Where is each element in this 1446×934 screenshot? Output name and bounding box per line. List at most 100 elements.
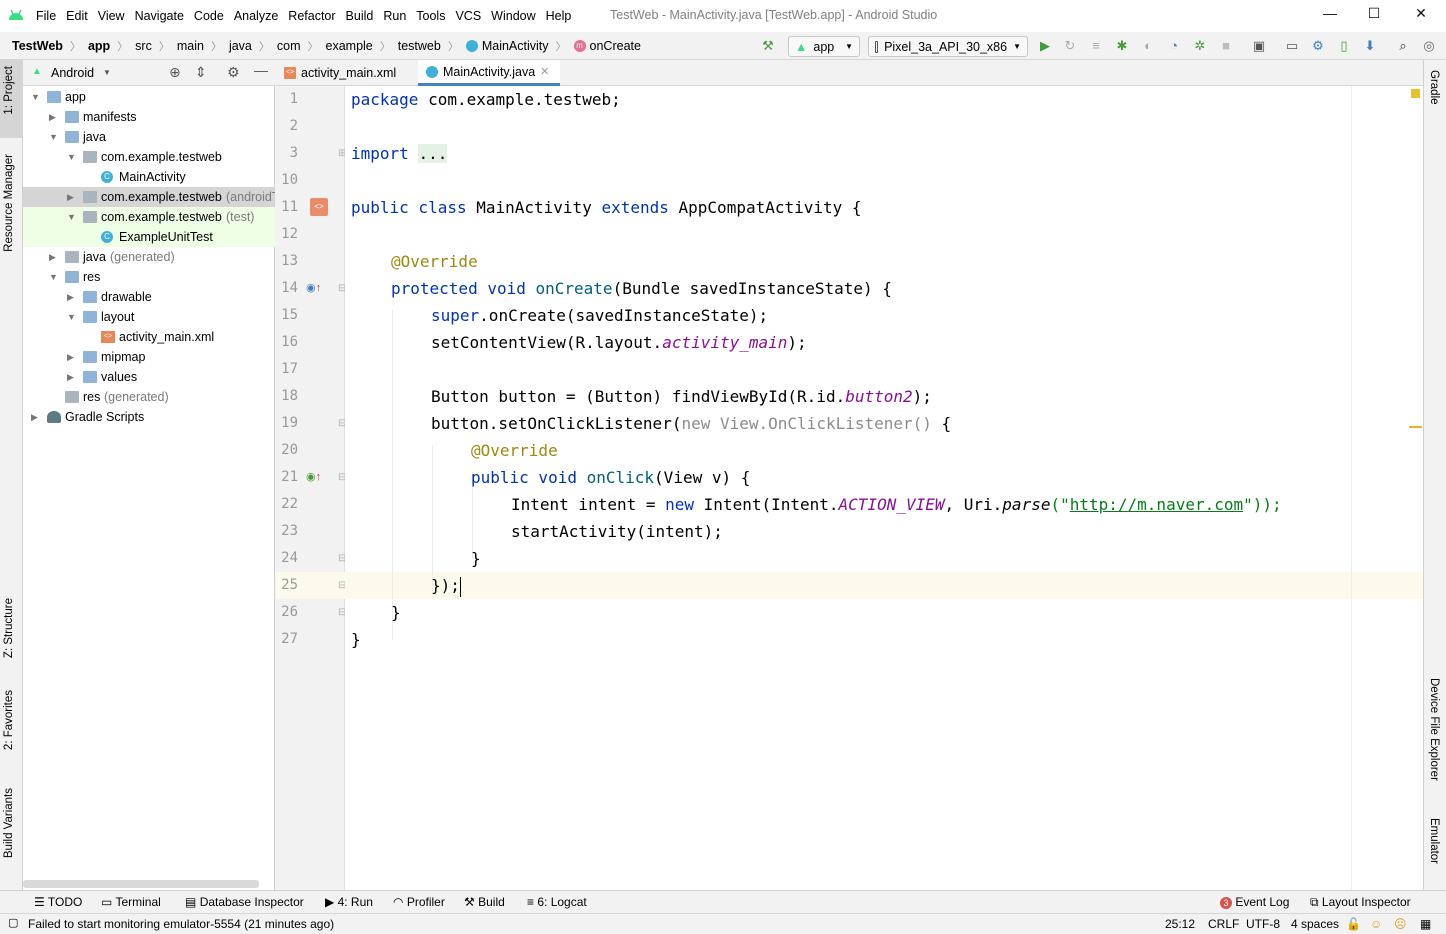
profiler-button[interactable]: ◠ Profiler bbox=[393, 895, 445, 909]
build-tool-button[interactable]: ⚒ Build bbox=[464, 895, 505, 909]
debug-icon[interactable]: ✱ bbox=[1114, 38, 1130, 54]
tab-build-variants[interactable]: Build Variants bbox=[3, 788, 15, 858]
expand-arrow-icon[interactable]: ▼ bbox=[67, 147, 76, 167]
tab-main-activity-java[interactable]: MainActivity.java ✕ bbox=[418, 60, 560, 86]
maximize-button[interactable]: ☐ bbox=[1360, 5, 1388, 25]
tree-item[interactable]: <> activity_main.xml bbox=[23, 327, 275, 347]
menu-file[interactable]: File bbox=[36, 9, 56, 23]
apply-changes-icon[interactable]: ↻ bbox=[1062, 38, 1078, 54]
hide-icon[interactable]: — bbox=[254, 62, 268, 78]
attach-debugger-icon[interactable]: ✲ bbox=[1192, 38, 1208, 54]
breadcrumb-project[interactable]: TestWeb bbox=[12, 39, 63, 53]
device-manager-icon[interactable]: ▯ bbox=[1336, 38, 1352, 54]
tree-item[interactable]: ▼ com.example.testweb bbox=[23, 147, 275, 167]
run-config-select[interactable]: ▲ app ▼ bbox=[788, 36, 860, 57]
todo-button[interactable]: ☰ TODO bbox=[34, 895, 82, 909]
tab-structure[interactable]: Z: Structure bbox=[3, 598, 15, 658]
expand-arrow-icon[interactable]: ▼ bbox=[49, 267, 58, 287]
search-icon[interactable]: ⌕ bbox=[1395, 38, 1411, 54]
terminal-button[interactable]: ▭ Terminal bbox=[101, 895, 161, 909]
breadcrumb-main[interactable]: main bbox=[177, 39, 204, 53]
gear-icon[interactable]: ⚙ bbox=[227, 64, 240, 81]
account-icon[interactable]: ◎ bbox=[1421, 38, 1437, 54]
url-link[interactable]: http://m.naver.com bbox=[1070, 495, 1243, 514]
layout-inspector-button[interactable]: ⧉ Layout Inspector bbox=[1310, 895, 1411, 910]
menu-analyze[interactable]: Analyze bbox=[234, 9, 278, 23]
breadcrumb-com[interactable]: com bbox=[277, 39, 301, 53]
stop-icon[interactable]: ■ bbox=[1218, 38, 1234, 54]
event-log-button[interactable]: 3 Event Log bbox=[1220, 895, 1289, 909]
sync-gradle-icon[interactable]: ▭ bbox=[1284, 38, 1300, 54]
view-mode-select[interactable]: Android bbox=[51, 66, 94, 80]
coverage-icon[interactable]: ◐ bbox=[1140, 38, 1156, 54]
breadcrumb-module[interactable]: app bbox=[88, 39, 110, 53]
breadcrumb-testweb[interactable]: testweb bbox=[398, 39, 441, 53]
tree-item[interactable]: ▶ mipmap bbox=[23, 347, 275, 367]
menu-help[interactable]: Help bbox=[546, 9, 572, 23]
project-structure-icon[interactable]: ▣ bbox=[1251, 38, 1267, 54]
breadcrumb-class[interactable]: MainActivity bbox=[482, 39, 549, 53]
collapse-arrow-icon[interactable]: ▶ bbox=[31, 407, 38, 427]
tab-resource-manager[interactable]: Resource Manager bbox=[3, 154, 15, 252]
status-message[interactable]: Failed to start monitoring emulator-5554… bbox=[28, 917, 334, 931]
tab-emulator[interactable]: Emulator bbox=[1428, 818, 1440, 864]
tree-item[interactable]: ▶ manifests bbox=[23, 107, 275, 127]
tree-item[interactable]: ▼ app bbox=[23, 87, 275, 107]
tree-item[interactable]: ▼ java bbox=[23, 127, 275, 147]
menu-refactor[interactable]: Refactor bbox=[288, 9, 335, 23]
expand-arrow-icon[interactable]: ▼ bbox=[67, 307, 76, 327]
menu-build[interactable]: Build bbox=[346, 9, 374, 23]
menu-navigate[interactable]: Navigate bbox=[135, 9, 184, 23]
warning-stripe-icon[interactable] bbox=[1411, 89, 1420, 98]
collapse-all-icon[interactable]: ⇕ bbox=[195, 64, 207, 81]
tree-item[interactable]: ▼ layout bbox=[23, 307, 275, 327]
line-separator[interactable]: CRLF bbox=[1208, 917, 1239, 931]
tab-activity-main-xml[interactable]: <> activity_main.xml bbox=[276, 60, 418, 86]
minimize-button[interactable]: — bbox=[1316, 5, 1344, 25]
run-icon[interactable]: ▶ bbox=[1037, 38, 1053, 54]
close-icon[interactable]: ✕ bbox=[540, 59, 549, 85]
lock-icon[interactable]: 🔓 bbox=[1346, 917, 1361, 931]
happy-face-icon[interactable]: ☺ bbox=[1370, 917, 1382, 931]
avd-manager-icon[interactable]: ⚙ bbox=[1310, 38, 1326, 54]
menu-window[interactable]: Window bbox=[491, 9, 535, 23]
sdk-manager-icon[interactable]: ⬇ bbox=[1362, 38, 1378, 54]
collapse-arrow-icon[interactable]: ▶ bbox=[67, 367, 74, 387]
sad-face-icon[interactable]: ☹ bbox=[1394, 917, 1407, 931]
database-inspector-button[interactable]: ▤ Database Inspector bbox=[185, 895, 304, 909]
menu-edit[interactable]: Edit bbox=[66, 9, 88, 23]
override-method-icon[interactable]: ◉↑ bbox=[306, 281, 321, 294]
breadcrumb-example[interactable]: example bbox=[326, 39, 373, 53]
breadcrumb-src[interactable]: src bbox=[135, 39, 152, 53]
tab-project[interactable]: 1: Project bbox=[3, 66, 15, 115]
chevron-down-icon[interactable]: ▼ bbox=[103, 68, 111, 77]
caret-position[interactable]: 25:12 bbox=[1165, 917, 1195, 931]
close-button[interactable]: ✕ bbox=[1407, 5, 1435, 25]
locate-icon[interactable]: ⊕ bbox=[169, 64, 181, 81]
tree-item[interactable]: ▼ res bbox=[23, 267, 275, 287]
run-tool-button[interactable]: ▶ 4: Run bbox=[325, 895, 373, 909]
profile-icon[interactable]: ◔ bbox=[1166, 38, 1182, 54]
implement-method-icon[interactable]: ◉↑ bbox=[306, 470, 321, 483]
horizontal-scrollbar[interactable] bbox=[23, 880, 259, 888]
tree-item[interactable]: C MainActivity bbox=[23, 167, 275, 187]
collapse-arrow-icon[interactable]: ▶ bbox=[67, 187, 74, 207]
tab-gradle[interactable]: Gradle bbox=[1428, 70, 1440, 105]
apply-code-changes-icon[interactable]: ≡ bbox=[1088, 38, 1104, 54]
tree-item[interactable]: ▶ com.example.testweb (androidTest) bbox=[23, 187, 275, 207]
collapse-arrow-icon[interactable]: ▶ bbox=[67, 287, 74, 307]
menu-run[interactable]: Run bbox=[383, 9, 406, 23]
file-encoding[interactable]: UTF-8 bbox=[1246, 917, 1280, 931]
tree-item[interactable]: res (generated) bbox=[23, 387, 275, 407]
collapse-arrow-icon[interactable]: ▶ bbox=[49, 107, 56, 127]
breadcrumb-java[interactable]: java bbox=[229, 39, 252, 53]
collapse-arrow-icon[interactable]: ▶ bbox=[49, 247, 56, 267]
code-editor[interactable]: package com.example.testweb; import ... … bbox=[345, 86, 1423, 890]
menu-view[interactable]: View bbox=[98, 9, 125, 23]
tree-item[interactable]: C ExampleUnitTest bbox=[23, 227, 275, 247]
indent-setting[interactable]: 4 spaces bbox=[1291, 917, 1339, 931]
menu-tools[interactable]: Tools bbox=[416, 9, 445, 23]
tree-item[interactable]: ▶ Gradle Scripts bbox=[23, 407, 275, 427]
breadcrumb-method[interactable]: onCreate bbox=[590, 39, 641, 53]
status-window-icon[interactable]: ▢ bbox=[8, 916, 18, 929]
